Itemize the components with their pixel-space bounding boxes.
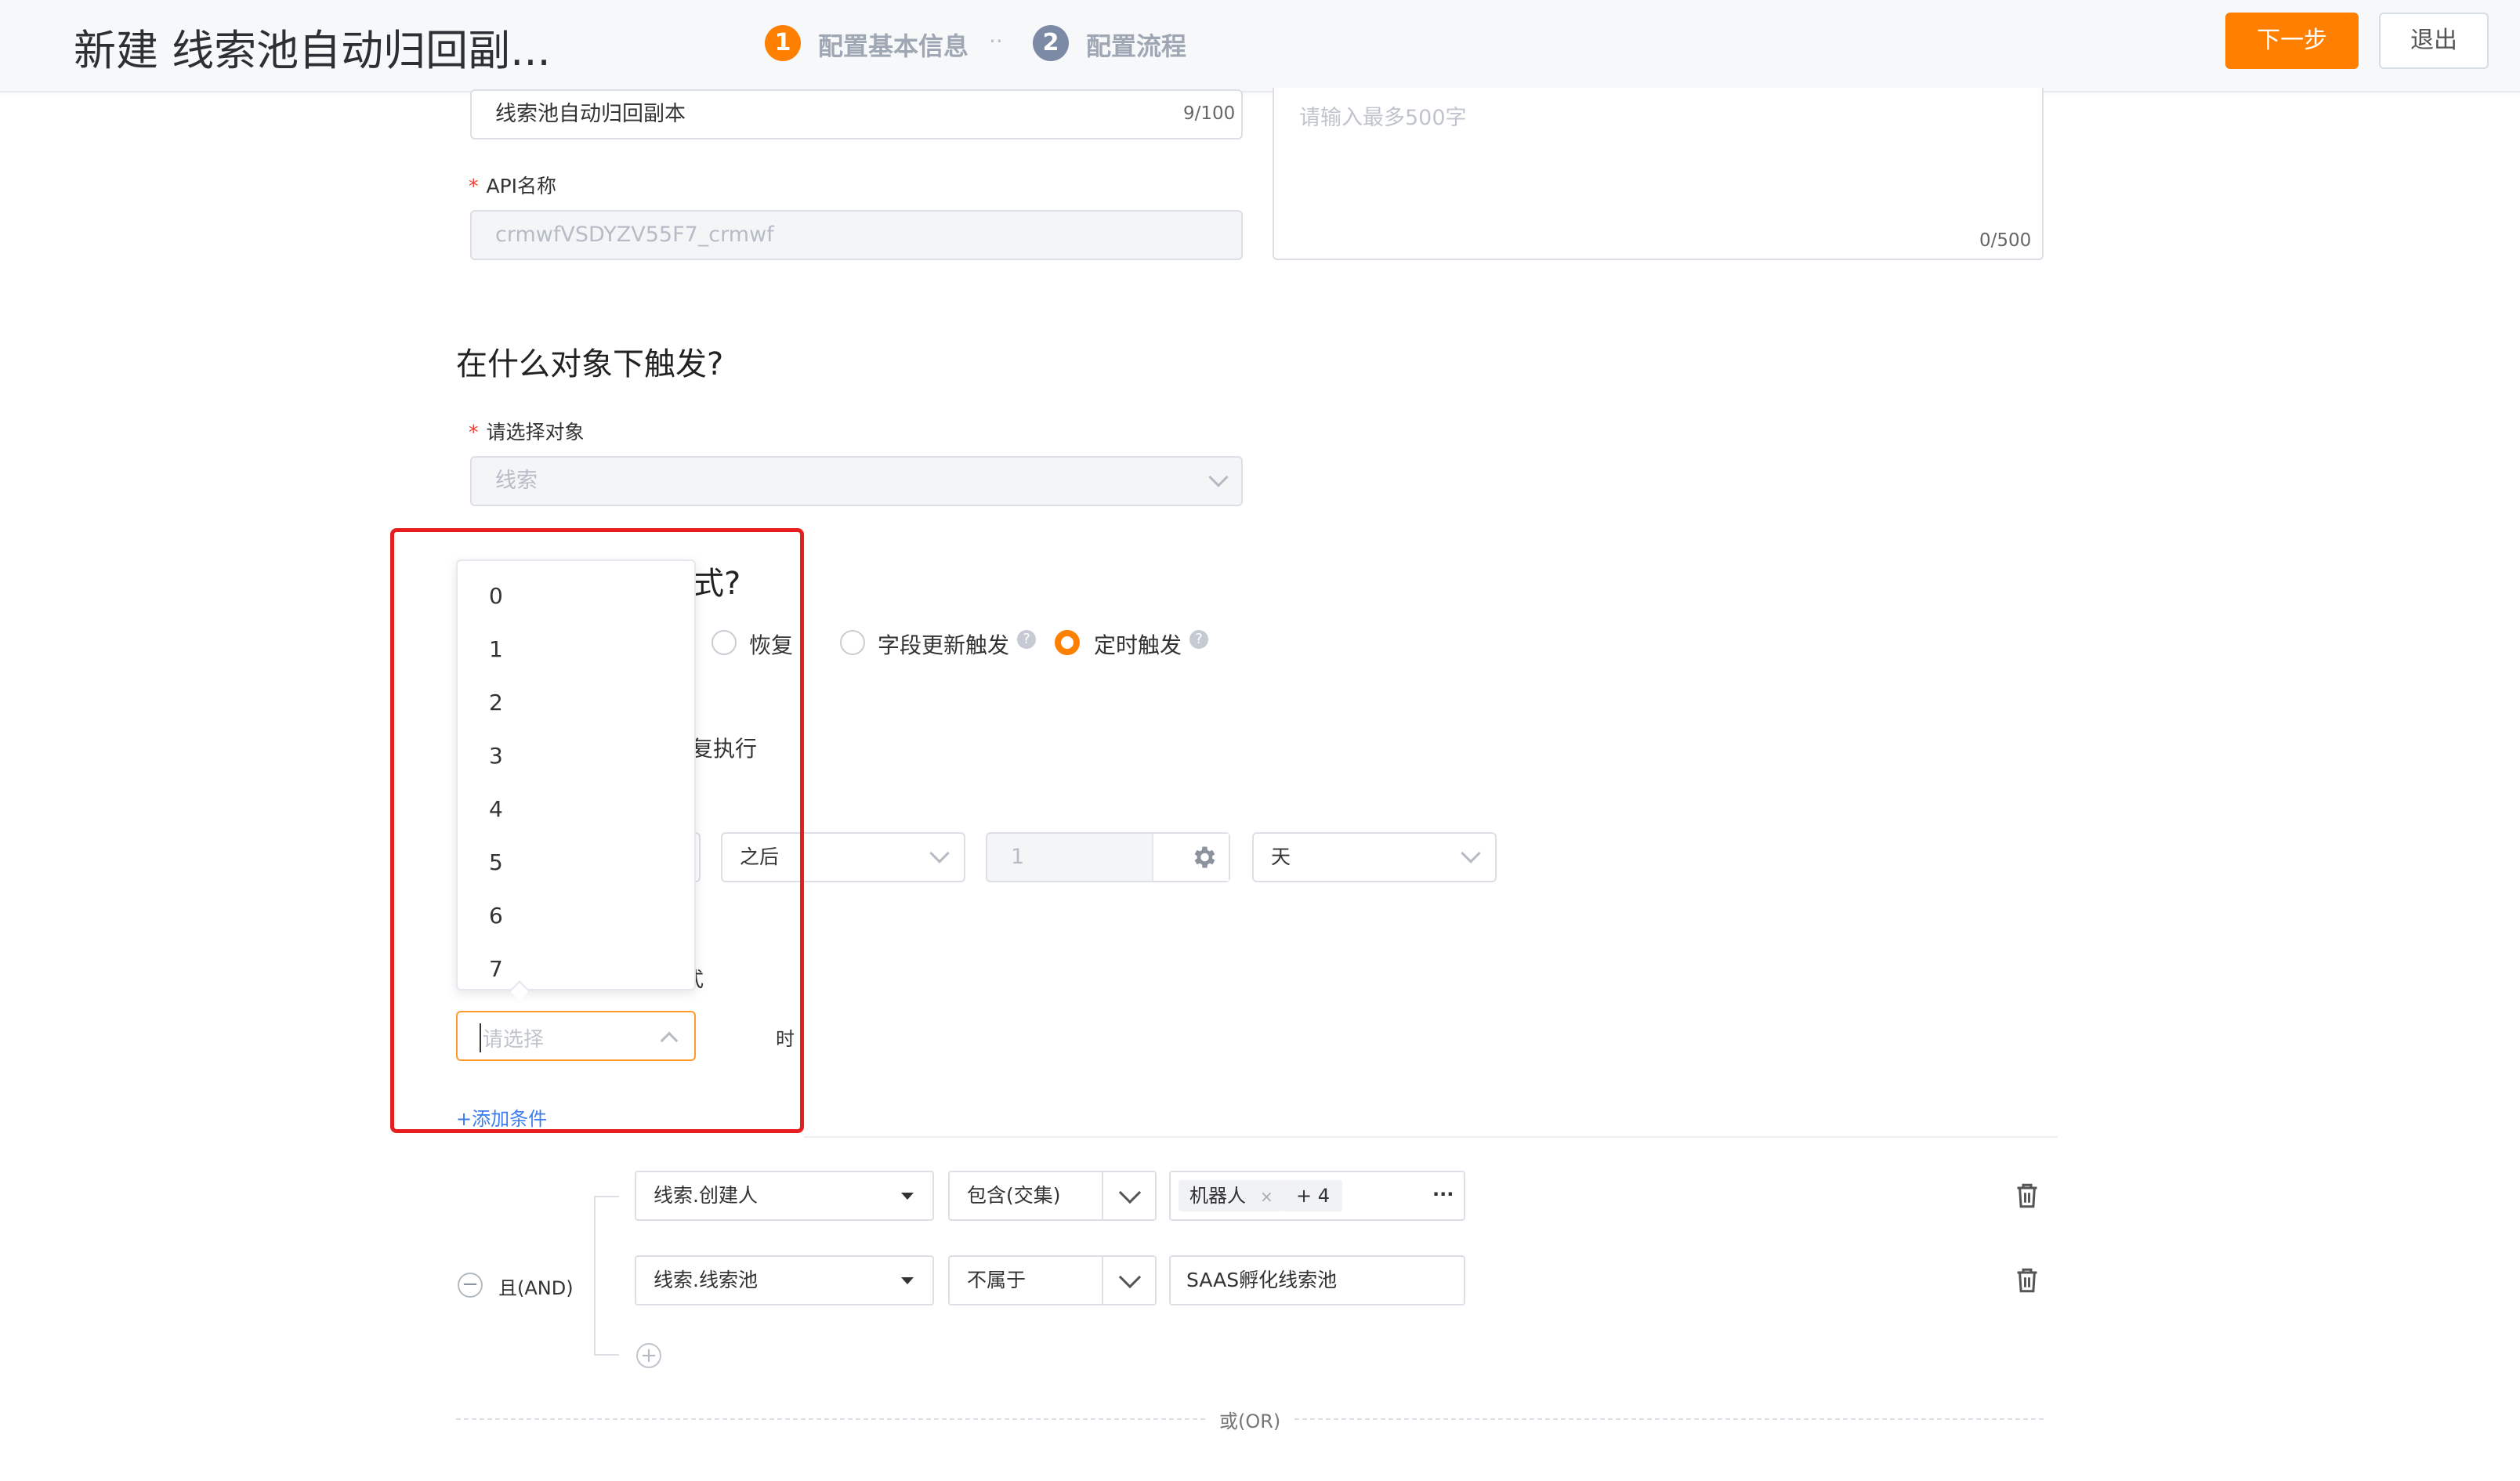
name-input-value: 线索池自动归回副本 (495, 102, 686, 126)
api-name-label: * API名称 (469, 175, 557, 197)
select-object-label: * 请选择对象 (469, 421, 585, 444)
step-1-label[interactable]: 配置基本信息 (818, 27, 969, 63)
help-icon[interactable]: ? (1189, 630, 1208, 649)
filter-value-input[interactable]: SAAS孵化线索池 (1169, 1255, 1465, 1305)
highlight-box (390, 528, 804, 1133)
unit-select[interactable]: 天 (1252, 832, 1497, 882)
filter-operator-value: 包含(交集) (967, 1184, 1061, 1207)
name-input[interactable]: 线索池自动归回副本 (470, 89, 1243, 139)
next-step-button[interactable]: 下一步 (2225, 13, 2359, 69)
and-bracket (594, 1196, 619, 1356)
exit-button[interactable]: 退出 (2379, 13, 2489, 69)
scheduled-radio-label: 定时触发 (1094, 632, 1182, 658)
filter-value-text: SAAS孵化线索池 (1186, 1269, 1338, 1291)
filter-operator-value: 不属于 (967, 1269, 1026, 1291)
tag-chip: 机器人 × (1179, 1180, 1284, 1211)
add-row-icon[interactable]: + (636, 1343, 661, 1368)
filter-field-select[interactable]: 线索.线索池 (635, 1255, 934, 1305)
field-update-radio[interactable] (840, 630, 865, 655)
api-name-value: crmwfVSDYZV55F7_crmwf (495, 223, 774, 247)
trigger-object-heading: 在什么对象下触发? (456, 346, 724, 382)
step-separator: ·· (989, 28, 1003, 54)
divider (1102, 1172, 1103, 1219)
close-icon[interactable]: × (1260, 1187, 1273, 1206)
description-counter: 0/500 (1979, 230, 2032, 251)
trash-icon[interactable] (2015, 1182, 2039, 1210)
api-name-input: crmwfVSDYZV55F7_crmwf (470, 210, 1243, 260)
description-placeholder: 请输入最多500字 (1299, 106, 1467, 130)
tag-label: 机器人 (1189, 1185, 1246, 1207)
field-update-radio-label: 字段更新触发 (878, 632, 1010, 658)
step-2-badge: 2 (1033, 25, 1069, 61)
filter-field-value: 线索.创建人 (654, 1184, 758, 1207)
or-divider-right (1294, 1418, 2044, 1420)
object-select: 线索 (470, 456, 1243, 506)
trash-icon[interactable] (2015, 1266, 2039, 1295)
step-1-badge: 1 (765, 25, 801, 61)
caret-down-icon (901, 1277, 914, 1284)
section-divider (804, 1136, 2058, 1138)
help-icon[interactable]: ? (1017, 630, 1036, 649)
unit-select-value: 天 (1271, 846, 1291, 868)
or-divider-left (456, 1418, 1205, 1420)
collapse-icon[interactable]: − (458, 1273, 483, 1298)
page-title: 新建 线索池自动归回副... (74, 26, 551, 75)
more-tags-chip[interactable]: + 4 (1284, 1180, 1343, 1211)
step-2-label[interactable]: 配置流程 (1086, 27, 1186, 63)
and-label: 且(AND) (498, 1277, 574, 1299)
scheduled-radio[interactable] (1055, 630, 1080, 655)
name-counter: 9/100 (1183, 103, 1236, 124)
divider (1102, 1257, 1103, 1304)
caret-down-icon (901, 1193, 914, 1200)
or-label: 或(OR) (1219, 1410, 1281, 1432)
amount-value: 1 (1011, 845, 1025, 869)
object-select-value: 线索 (495, 469, 538, 493)
filter-field-value: 线索.线索池 (654, 1269, 758, 1291)
gear-icon[interactable] (1189, 843, 1218, 871)
filter-field-select[interactable]: 线索.创建人 (635, 1171, 934, 1221)
more-options-icon[interactable]: ··· (1432, 1183, 1454, 1205)
